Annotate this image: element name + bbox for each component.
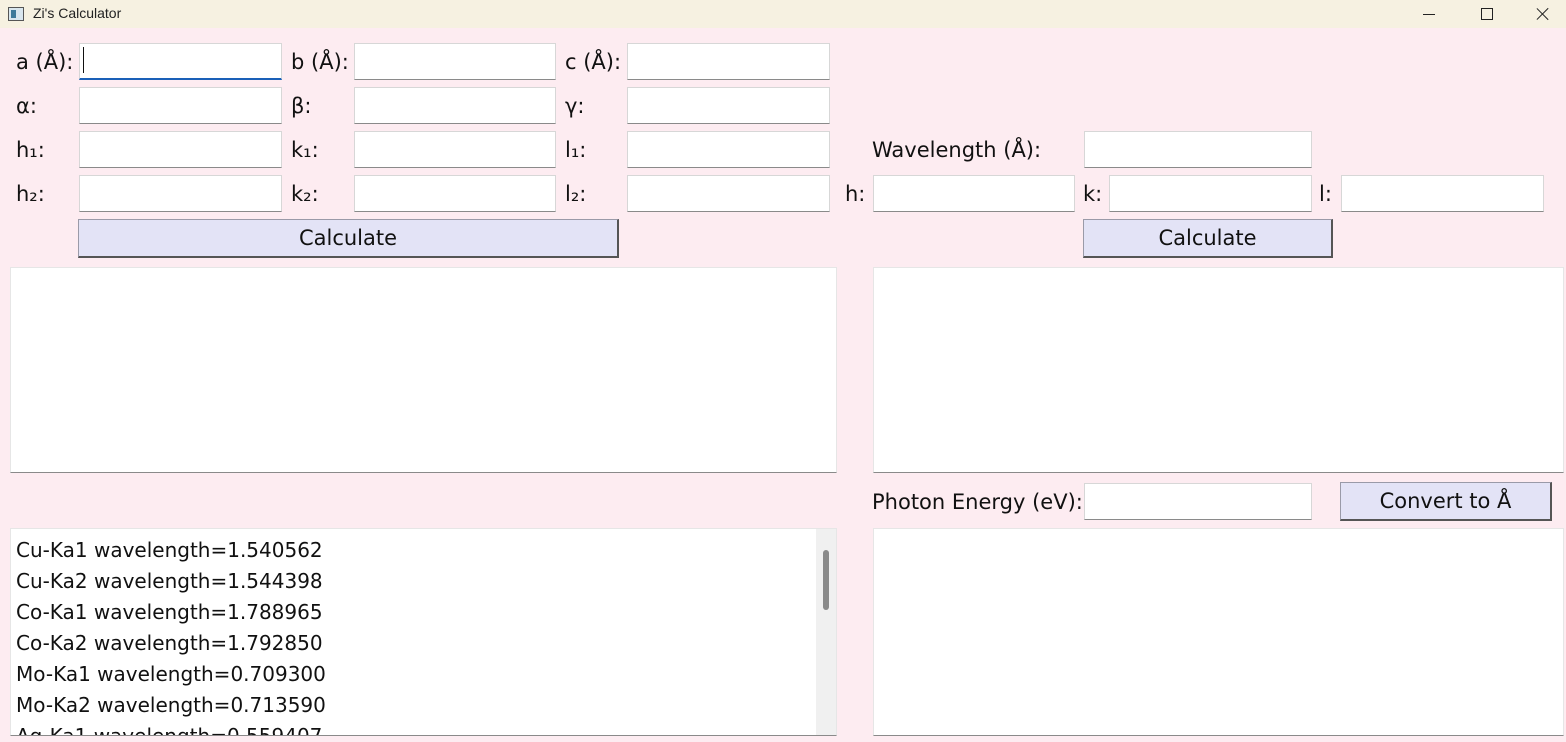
wavelength-input[interactable] bbox=[1084, 131, 1312, 168]
list-content: Cu-Ka1 wavelength=1.540562 Cu-Ka2 wavele… bbox=[11, 535, 326, 735]
alpha-input[interactable] bbox=[79, 87, 282, 124]
l-input[interactable] bbox=[1341, 175, 1544, 212]
photon-energy-label: Photon Energy (eV): bbox=[872, 490, 1083, 514]
l-label: l: bbox=[1319, 182, 1332, 206]
c-label: c (Å): bbox=[565, 50, 622, 74]
l1-input[interactable] bbox=[627, 131, 830, 168]
l1-label: l₁: bbox=[565, 138, 587, 162]
title-bar: Zi's Calculator bbox=[0, 0, 1566, 28]
h2-input[interactable] bbox=[79, 175, 282, 212]
k2-label: k₂: bbox=[291, 182, 319, 206]
photon-energy-input[interactable] bbox=[1084, 483, 1312, 520]
vertical-scrollbar[interactable] bbox=[816, 529, 836, 735]
beta-label: β: bbox=[291, 94, 312, 118]
a-input[interactable] bbox=[79, 43, 282, 80]
alpha-label: α: bbox=[16, 94, 37, 118]
list-item[interactable]: Co-Ka1 wavelength=1.788965 bbox=[11, 597, 326, 628]
wavelength-label: Wavelength (Å): bbox=[872, 138, 1042, 162]
beta-input[interactable] bbox=[354, 87, 556, 124]
k1-label: k₁: bbox=[291, 138, 319, 162]
l2-input[interactable] bbox=[627, 175, 830, 212]
k1-input[interactable] bbox=[354, 131, 556, 168]
close-icon bbox=[1536, 7, 1550, 21]
minimize-icon bbox=[1423, 13, 1435, 15]
text-caret bbox=[83, 47, 84, 73]
h2-label: h₂: bbox=[16, 182, 45, 206]
maximize-button[interactable] bbox=[1464, 0, 1510, 28]
window-title: Zi's Calculator bbox=[33, 5, 122, 21]
wavelength-reference-list[interactable]: Cu-Ka1 wavelength=1.540562 Cu-Ka2 wavele… bbox=[10, 528, 837, 736]
a-label: a (Å): bbox=[16, 50, 74, 74]
h-input[interactable] bbox=[873, 175, 1075, 212]
calculate-lattice-button[interactable]: Calculate bbox=[78, 219, 619, 258]
maximize-icon bbox=[1481, 8, 1493, 20]
minimize-button[interactable] bbox=[1406, 0, 1452, 28]
k-input[interactable] bbox=[1109, 175, 1312, 212]
calculate-diffraction-button[interactable]: Calculate bbox=[1083, 219, 1333, 258]
h1-label: h₁: bbox=[16, 138, 45, 162]
list-item[interactable]: Ag-Ka1 wavelength=0.559407 bbox=[11, 721, 326, 735]
c-input[interactable] bbox=[627, 43, 830, 80]
k-label: k: bbox=[1083, 182, 1103, 206]
gamma-label: γ: bbox=[565, 94, 585, 118]
energy-result-box[interactable] bbox=[873, 528, 1564, 736]
close-button[interactable] bbox=[1520, 0, 1566, 28]
b-label: b (Å): bbox=[291, 50, 349, 74]
list-item[interactable]: Co-Ka2 wavelength=1.792850 bbox=[11, 628, 326, 659]
diffraction-result-box[interactable] bbox=[873, 267, 1564, 473]
list-item[interactable]: Mo-Ka1 wavelength=0.709300 bbox=[11, 659, 326, 690]
l2-label: l₂: bbox=[565, 182, 587, 206]
lattice-result-box[interactable] bbox=[10, 267, 837, 473]
gamma-input[interactable] bbox=[627, 87, 830, 124]
list-item[interactable]: Cu-Ka2 wavelength=1.544398 bbox=[11, 566, 326, 597]
k2-input[interactable] bbox=[354, 175, 556, 212]
convert-to-angstrom-button[interactable]: Convert to Å bbox=[1340, 482, 1552, 521]
h1-input[interactable] bbox=[79, 131, 282, 168]
b-input[interactable] bbox=[354, 43, 556, 80]
list-item[interactable]: Mo-Ka2 wavelength=0.713590 bbox=[11, 690, 326, 721]
h-label: h: bbox=[845, 182, 866, 206]
list-item[interactable]: Cu-Ka1 wavelength=1.540562 bbox=[11, 535, 326, 566]
app-icon bbox=[8, 7, 24, 21]
scrollbar-thumb[interactable] bbox=[823, 550, 829, 610]
